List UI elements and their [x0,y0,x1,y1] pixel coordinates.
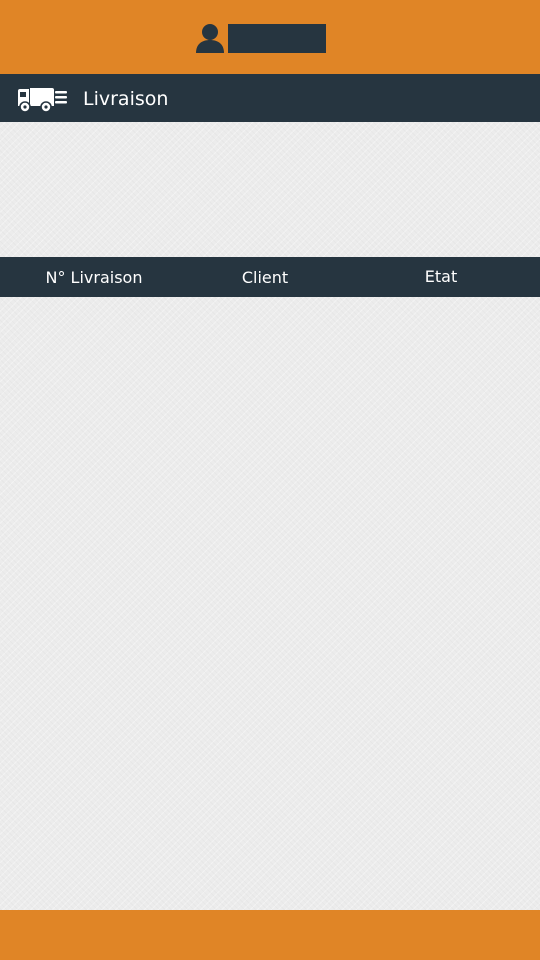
user-name [228,23,326,53]
column-header-delivery-number[interactable]: N° Livraison [0,257,188,297]
user-info[interactable] [194,23,326,53]
column-header-status[interactable]: Etat [342,257,540,297]
top-bar [0,0,540,74]
bottom-bar [0,910,540,960]
section-title: Livraison [83,88,169,110]
column-header-client[interactable]: Client [188,257,342,297]
delivery-truck-icon [18,88,67,113]
table-body [0,297,540,910]
table-header: N° Livraison Client Etat [0,257,540,297]
filter-area [0,122,540,257]
section-bar: Livraison [0,74,540,122]
user-icon [196,24,224,53]
